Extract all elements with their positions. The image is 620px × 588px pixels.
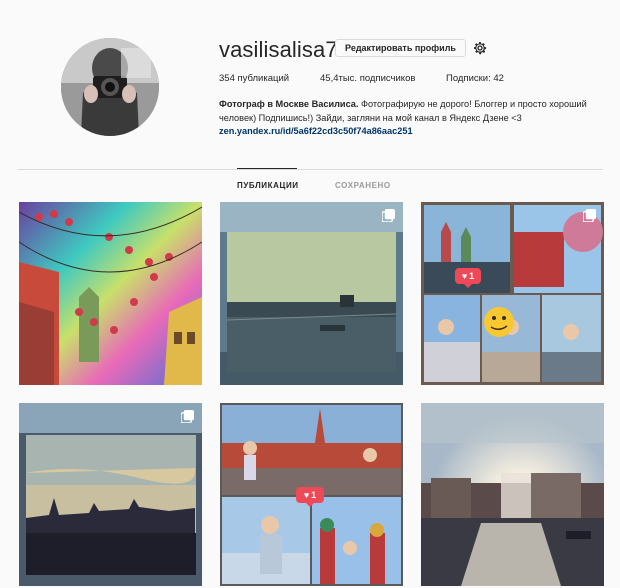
post-image-river-sunset xyxy=(421,403,604,586)
posts-count[interactable]: 354 публикаций xyxy=(219,73,289,84)
carousel-icon xyxy=(181,410,194,423)
like-notification: ♥ 1 xyxy=(296,487,324,507)
profile-bio: Фотограф в Москве Василиса. Фотографирую… xyxy=(219,98,599,139)
tabs-divider xyxy=(18,169,603,170)
followers-count[interactable]: 45,4тыс. подписчиков xyxy=(320,73,415,84)
post-image-kremlin-skyline xyxy=(19,403,202,586)
avatar[interactable] xyxy=(61,38,159,136)
like-notification: ♥ 1 xyxy=(455,268,481,288)
post-thumbnail[interactable]: ♥ 1 xyxy=(421,202,604,385)
post-thumbnail[interactable] xyxy=(19,202,202,385)
active-tab-indicator xyxy=(237,168,297,169)
notification-count: 1 xyxy=(469,271,475,281)
post-thumbnail[interactable] xyxy=(19,403,202,586)
heart-icon: ♥ xyxy=(303,490,310,500)
bio-link[interactable]: zen.yandex.ru/id/5a6f22cd3c50f74a86aac25… xyxy=(219,125,599,139)
edit-profile-button[interactable]: Редактировать профиль xyxy=(335,39,466,57)
post-thumbnail[interactable]: ♥ 1 xyxy=(220,403,403,586)
carousel-icon xyxy=(583,209,596,222)
carousel-icon xyxy=(382,209,395,222)
notification-count: 1 xyxy=(311,490,317,500)
tab-posts[interactable]: ПУБЛИКАЦИИ xyxy=(237,181,299,190)
avatar-photo xyxy=(61,38,159,136)
post-thumbnail[interactable] xyxy=(421,403,604,586)
post-thumbnail[interactable] xyxy=(220,202,403,385)
post-image-street-lights xyxy=(19,202,202,385)
gear-icon[interactable] xyxy=(472,40,488,56)
post-image-river-embankment xyxy=(220,202,403,385)
username: vasilisalisa77 xyxy=(219,37,351,62)
heart-icon: ♥ xyxy=(461,271,468,281)
tab-saved[interactable]: СОХРАНЕНО xyxy=(335,181,391,190)
post-image-red-square-collage xyxy=(421,202,604,385)
bio-name: Фотограф в Москве Василиса. xyxy=(219,99,359,109)
following-count[interactable]: Подписки: 42 xyxy=(446,73,504,84)
